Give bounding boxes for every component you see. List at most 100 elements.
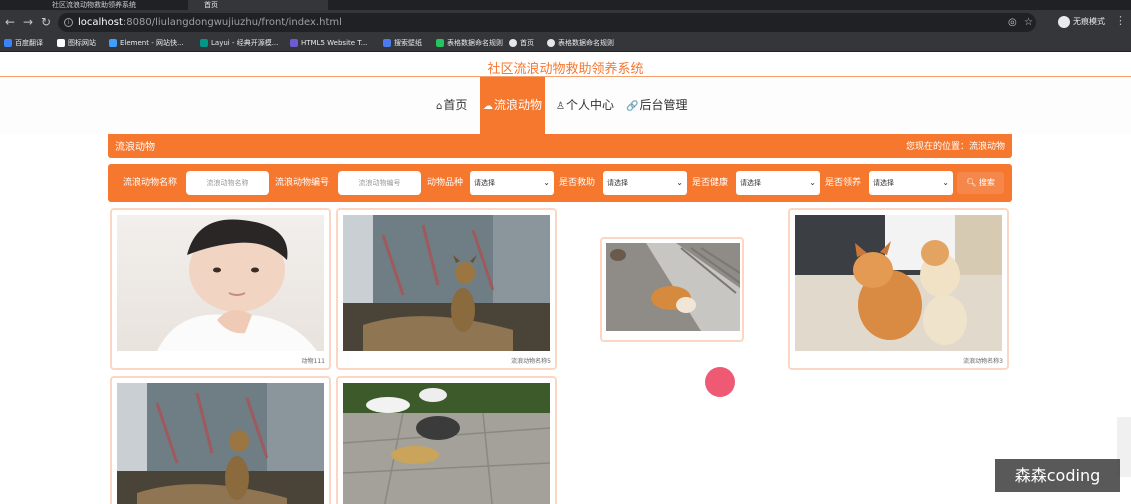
bookmark-label: 百度翻译 <box>15 39 43 47</box>
star-icon[interactable]: ☆ <box>1024 17 1033 28</box>
bookmark-icon <box>200 39 208 47</box>
tab-label: 社区流浪动物救助领养系统 <box>52 1 136 9</box>
bookmark-item[interactable]: HTML5 Website T... <box>290 35 367 52</box>
link-icon: 🔗 <box>626 101 639 112</box>
reload-icon[interactable]: ↻ <box>38 14 54 30</box>
bookmark-icon <box>109 39 117 47</box>
search-icon: 🔍︎ <box>966 178 979 187</box>
tab-label: 首页 <box>204 1 218 9</box>
bookmark-item[interactable]: Element - 网站快... <box>109 35 184 52</box>
search-button[interactable]: 🔍︎ 搜索 <box>957 172 1004 194</box>
bookmark-item[interactable]: 表格数据命名规则 <box>547 35 614 52</box>
profile-label: 无痕模式 <box>1073 17 1105 26</box>
bookmark-label: Layui - 经典开源模... <box>211 39 279 47</box>
bookmark-icon <box>290 39 298 47</box>
bookmark-icon <box>547 39 555 47</box>
bookmark-item[interactable]: 百度翻译 <box>4 35 43 52</box>
bookmark-item[interactable]: 搜索壁纸 <box>383 35 422 52</box>
animal-photo <box>343 383 550 504</box>
filter-label: 是否健康 <box>692 178 729 188</box>
section-title: 流浪动物 <box>115 142 155 153</box>
filter-label: 流浪动物名称 <box>123 178 178 188</box>
nav-label: 流浪动物 <box>493 98 542 112</box>
chevron-down-icon: ⌄ <box>809 178 816 187</box>
filter-label: 流浪动物编号 <box>275 178 330 188</box>
animal-card[interactable]: 动物111 <box>110 208 331 370</box>
bookmark-label: 表格数据命名规则 <box>447 39 503 47</box>
filter-label: 是否救助 <box>559 178 596 188</box>
bookmark-item[interactable]: 图标网站 <box>57 35 96 52</box>
chevron-down-icon: ⌄ <box>942 178 949 187</box>
breadcrumb: 流浪动物 您现在的位置：流浪动物 <box>108 134 1012 158</box>
bookmark-item[interactable]: Layui - 经典开源模... <box>200 35 278 52</box>
search-filter-bar: 流浪动物名称 流浪动物名称 流浪动物编号 流浪动物编号 动物品种 请选择 ⌄ 是否… <box>108 164 1012 202</box>
animal-name-input[interactable]: 流浪动物名称 <box>186 171 269 195</box>
nav-item-personal-center[interactable]: ♙个人中心 <box>556 77 614 134</box>
chevron-down-icon: ⌄ <box>543 178 550 187</box>
web-page: 社区流浪动物救助领养系统 ⌂首页 ☁流浪动物 ♙个人中心 🔗后台管理 流浪动物 … <box>0 52 1131 504</box>
nav-label: 个人中心 <box>565 98 614 112</box>
bookmark-label: 首页 <box>520 39 534 47</box>
url-host: localhost <box>78 17 123 28</box>
cloud-icon: ☁ <box>482 101 493 112</box>
watermark-label: 森森coding <box>995 459 1120 492</box>
animal-card[interactable] <box>336 376 557 504</box>
healthy-select[interactable]: 请选择 ⌄ <box>736 171 820 195</box>
animal-photo <box>117 215 324 351</box>
bookmark-icon <box>57 39 65 47</box>
nav-label: 首页 <box>443 98 468 112</box>
avatar <box>1058 15 1070 28</box>
browser-menu-icon[interactable]: ⋮ <box>1115 14 1126 27</box>
animal-name: 流浪动物名称3 <box>963 358 1003 365</box>
animal-photo <box>795 215 1002 351</box>
bookmark-label: HTML5 Website T... <box>301 39 368 47</box>
bookmarks-bar: 百度翻译 图标网站 Element - 网站快... Layui - 经典开源模… <box>0 35 1131 52</box>
animal-card[interactable] <box>110 376 331 504</box>
select-value: 请选择 <box>474 179 495 187</box>
bookmark-item[interactable]: 首页 <box>509 35 534 52</box>
bookmark-label: 图标网站 <box>68 39 96 47</box>
bookmark-icon <box>4 39 12 47</box>
info-icon[interactable]: i <box>64 18 73 27</box>
address-bar[interactable]: i localhost:8080/liulangdongwujiuzhu/fro… <box>58 13 1036 32</box>
chevron-down-icon: ⌄ <box>676 178 683 187</box>
animal-code-input[interactable]: 流浪动物编号 <box>338 171 421 195</box>
select-value: 请选择 <box>740 179 761 187</box>
bookmark-label: 搜索壁纸 <box>394 39 422 47</box>
forward-arrow-icon[interactable]: → <box>20 14 36 30</box>
nav-label: 后台管理 <box>639 98 688 112</box>
animal-photo <box>606 243 740 331</box>
breed-select[interactable]: 请选择 ⌄ <box>470 171 554 195</box>
animal-photo <box>117 383 324 504</box>
search-label: 搜索 <box>978 178 995 187</box>
animal-card[interactable]: 流浪动物名称5 <box>336 208 557 370</box>
bookmark-icon <box>436 39 444 47</box>
nav-item-home[interactable]: ⌂首页 <box>436 77 467 134</box>
nav-item-stray-animals[interactable]: ☁流浪动物 <box>480 77 545 134</box>
browser-tab[interactable]: 社区流浪动物救助领养系统 <box>52 0 184 10</box>
bookmark-icon <box>383 39 391 47</box>
adopted-select[interactable]: 请选择 ⌄ <box>869 171 953 195</box>
select-value: 请选择 <box>607 179 628 187</box>
incognito-eye-icon[interactable]: ◎ <box>1008 17 1017 28</box>
animal-name: 流浪动物名称5 <box>511 358 551 365</box>
bookmark-label: Element - 网站快... <box>120 39 184 47</box>
bookmark-icon <box>509 39 517 47</box>
animal-card[interactable] <box>600 237 744 342</box>
user-icon: ♙ <box>556 101 565 112</box>
rescued-select[interactable]: 请选择 ⌄ <box>603 171 687 195</box>
url-path: :8080/liulangdongwujiuzhu/front/index.ht… <box>122 17 342 28</box>
mouse-cursor-highlight <box>705 367 735 397</box>
animal-card[interactable]: 流浪动物名称3 <box>788 208 1009 370</box>
bookmark-label: 表格数据命名规则 <box>558 39 614 47</box>
browser-tab-active[interactable]: 首页 <box>188 0 328 10</box>
back-arrow-icon[interactable]: ← <box>2 14 18 30</box>
browser-toolbar: ← → ↻ i localhost:8080/liulangdongwujiuz… <box>0 10 1131 35</box>
site-title: 社区流浪动物救助领养系统 <box>487 62 644 77</box>
bookmark-item[interactable]: 表格数据命名规则 <box>436 35 503 52</box>
nav-item-admin[interactable]: 🔗后台管理 <box>626 77 687 134</box>
filter-label: 是否领养 <box>825 178 862 188</box>
select-value: 请选择 <box>873 179 894 187</box>
home-icon: ⌂ <box>436 101 443 112</box>
profile-button[interactable]: 无痕模式 <box>1058 14 1105 30</box>
